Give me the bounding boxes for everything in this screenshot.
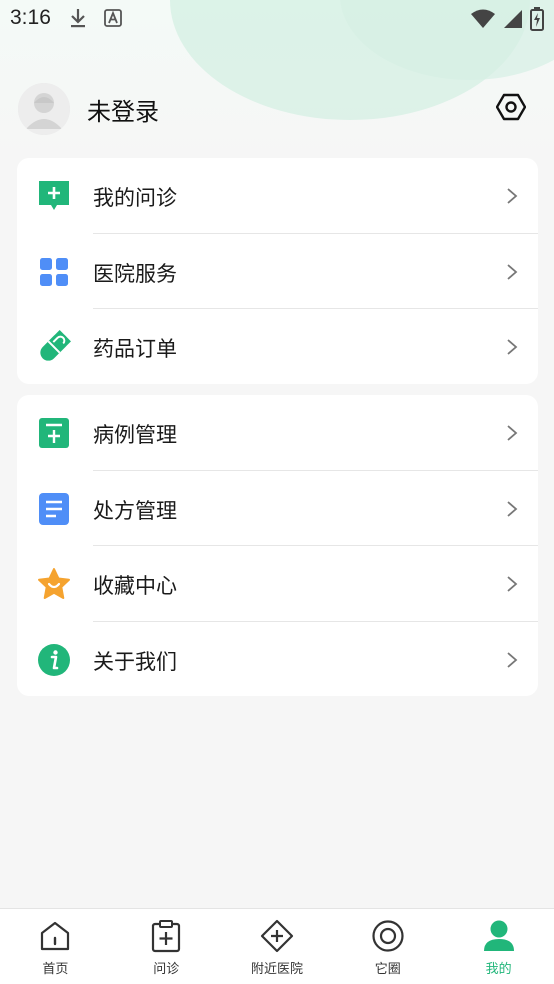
person-icon [483, 920, 514, 951]
menu-label: 我的问诊 [93, 186, 177, 210]
grid-apps-icon [40, 257, 68, 286]
menu-label: 收藏中心 [93, 574, 177, 598]
menu-label: 关于我们 [93, 649, 177, 674]
clipboard-plus-icon [152, 920, 181, 953]
bottom-navigation: 首页 问诊 附近医院 它圈 我的 [0, 908, 554, 984]
menu-item-about-us[interactable]: 关于我们 [17, 622, 538, 698]
signal-icon [504, 10, 522, 28]
chevron-right-icon [507, 339, 518, 355]
star-favorite-icon [38, 568, 70, 599]
default-avatar-icon[interactable] [18, 83, 70, 135]
nav-label: 问诊 [153, 962, 180, 977]
chevron-right-icon [507, 188, 518, 204]
nav-tab-home[interactable]: 首页 [0, 909, 111, 984]
menu-card-primary: 我的问诊 医院服务 药品订单 [17, 158, 538, 384]
battery-charging-icon [530, 7, 544, 31]
menu-item-my-consultation[interactable]: 我的问诊 [17, 158, 538, 234]
chevron-right-icon [507, 500, 518, 517]
status-bar: 3:16 [0, 0, 554, 38]
nav-label: 首页 [42, 962, 69, 977]
settings-hexagon-icon[interactable] [496, 92, 526, 122]
status-time: 3:16 [10, 6, 51, 29]
consult-chat-plus-icon [39, 181, 69, 210]
menu-item-case-management[interactable]: 病例管理 [17, 395, 538, 471]
nav-tab-consult[interactable]: 问诊 [111, 909, 222, 984]
menu-item-hospital-service[interactable]: 医院服务 [17, 234, 538, 309]
menu-item-drug-orders[interactable]: 药品订单 [17, 309, 538, 385]
menu-label: 病例管理 [93, 423, 177, 447]
nav-label: 附近医院 [250, 962, 303, 977]
nav-tab-mine[interactable]: 我的 [443, 909, 554, 984]
circle-ring-icon [372, 920, 404, 952]
chevron-right-icon [507, 576, 518, 592]
chevron-right-icon [507, 263, 518, 280]
menu-label: 处方管理 [93, 498, 177, 523]
medical-record-icon [39, 418, 69, 448]
wifi-icon [471, 9, 495, 28]
menu-item-favorites[interactable]: 收藏中心 [17, 546, 538, 622]
prescription-list-icon [39, 492, 69, 525]
pill-capsule-icon [40, 330, 71, 361]
login-status[interactable]: 未登录 [87, 92, 159, 127]
menu-label: 医院服务 [93, 261, 177, 286]
menu-card-secondary: 病例管理 处方管理 收藏中心 关于我们 [17, 395, 538, 696]
chevron-right-icon [507, 651, 518, 668]
menu-item-prescription-management[interactable]: 处方管理 [17, 471, 538, 546]
nav-tab-circle[interactable]: 它圈 [332, 909, 443, 984]
profile-header[interactable]: 未登录 [18, 82, 536, 136]
menu-label: 药品订单 [93, 337, 177, 361]
download-icon [71, 9, 85, 28]
home-icon [41, 921, 70, 951]
hospital-diamond-icon [260, 919, 294, 953]
chevron-right-icon [507, 425, 518, 441]
nav-label: 它圈 [374, 962, 401, 977]
font-a-icon [104, 9, 122, 27]
info-icon [38, 643, 70, 676]
nav-tab-nearby-hospital[interactable]: 附近医院 [222, 909, 333, 984]
nav-label: 我的 [485, 962, 512, 977]
